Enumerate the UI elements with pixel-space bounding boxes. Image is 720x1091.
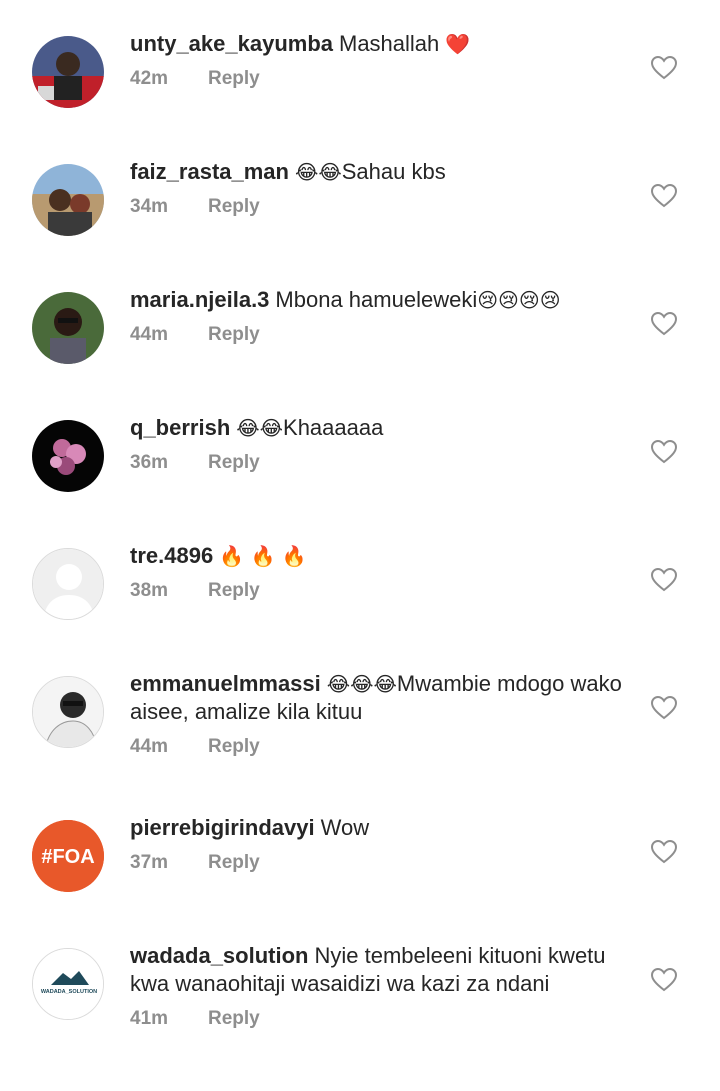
avatar[interactable] [32, 36, 104, 108]
comment-username[interactable]: pierrebigirindavyi [130, 815, 315, 840]
heart-icon[interactable] [651, 184, 677, 208]
heart-icon[interactable] [651, 840, 677, 864]
wadada-logo-text: WADADA_SOLUTION [41, 989, 97, 995]
reply-button[interactable]: Reply [208, 1008, 260, 1029]
comment-text: Khaaaaaa [283, 415, 384, 440]
comment-username[interactable]: tre.4896 [130, 543, 213, 568]
crying-emoji: 😢😢😢😢 [477, 288, 561, 312]
reply-button[interactable]: Reply [208, 196, 260, 217]
comment-time: 38m [130, 580, 169, 601]
avatar[interactable] [32, 164, 104, 236]
avatar[interactable]: WADADA_SOLUTION [32, 948, 104, 1020]
comment-username[interactable]: unty_ake_kayumba [130, 31, 333, 56]
reply-button[interactable]: Reply [208, 736, 260, 757]
reply-button[interactable]: Reply [208, 324, 260, 345]
comment-text: Mbona hamueleweki [275, 287, 478, 312]
comment-time: 37m [130, 852, 169, 873]
reply-button[interactable]: Reply [208, 580, 260, 601]
comment-text: Mashallah [339, 31, 440, 56]
heart-icon[interactable] [651, 312, 677, 336]
comment-text: Wow [320, 815, 370, 840]
heart-icon[interactable] [651, 568, 677, 592]
heart-emoji: ❤️ [445, 32, 471, 56]
laughing-emoji: 😂😂 [294, 160, 342, 184]
heart-icon[interactable] [651, 968, 677, 992]
avatar[interactable] [32, 292, 104, 364]
comment-username[interactable]: faiz_rasta_man [130, 159, 289, 184]
avatar[interactable] [32, 420, 104, 492]
avatar[interactable]: #FOA [32, 820, 104, 892]
avatar[interactable] [32, 676, 104, 748]
heart-icon[interactable] [651, 56, 677, 80]
comment-username[interactable]: maria.njeila.3 [130, 287, 269, 312]
fire-emoji: 🔥 🔥 🔥 [219, 544, 307, 568]
laughing-emoji: 😂😂 [236, 416, 284, 440]
laughing-emoji: 😂😂😂 [326, 672, 397, 696]
comment-time: 41m [130, 1008, 169, 1029]
heart-icon[interactable] [651, 440, 677, 464]
comment-time: 44m [130, 736, 169, 757]
foa-badge-text: #FOA [41, 846, 94, 868]
comment-text: Sahau kbs [341, 159, 446, 184]
comment-time: 42m [130, 68, 169, 89]
avatar[interactable] [32, 548, 104, 620]
heart-icon[interactable] [651, 696, 677, 720]
reply-button[interactable]: Reply [208, 852, 260, 873]
comment-username[interactable]: wadada_solution [130, 943, 308, 968]
comment-username[interactable]: q_berrish [130, 415, 230, 440]
comment-time: 36m [130, 452, 169, 473]
reply-button[interactable]: Reply [208, 68, 260, 89]
comment-time: 44m [130, 324, 169, 345]
comment-time: 34m [130, 196, 169, 217]
reply-button[interactable]: Reply [208, 452, 260, 473]
comment-username[interactable]: emmanuelmmassi [130, 671, 321, 696]
